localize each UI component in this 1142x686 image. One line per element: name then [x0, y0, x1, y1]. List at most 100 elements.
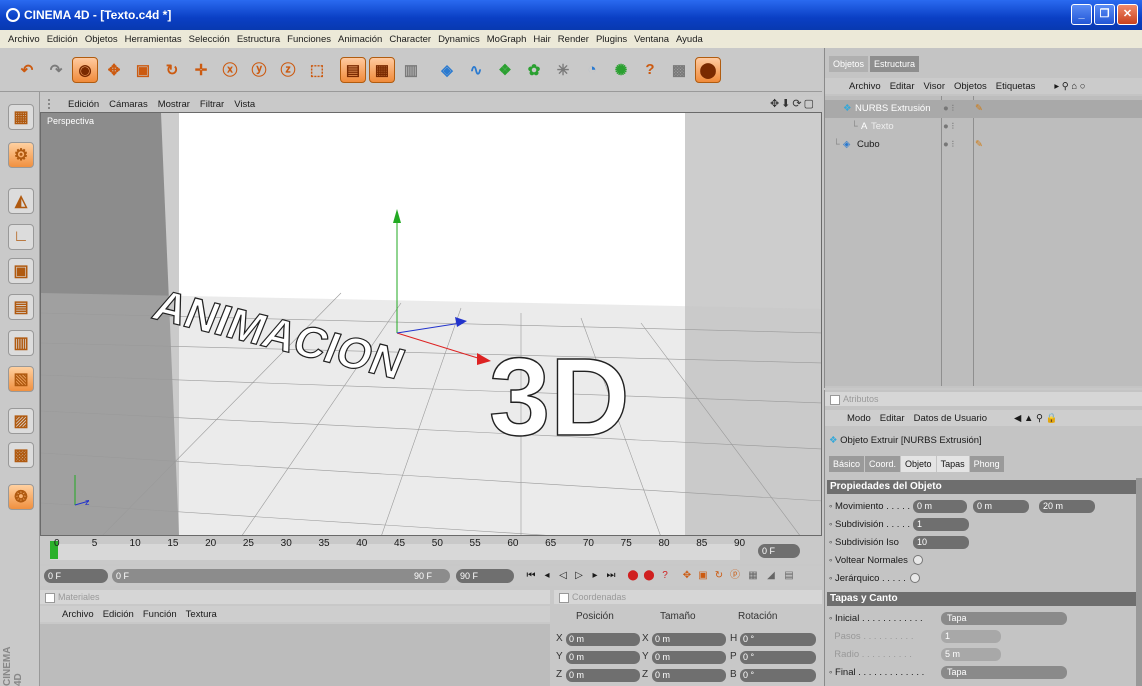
object-tool-icon[interactable]: ⚙: [8, 142, 34, 168]
movimiento-x-field[interactable]: 0 m: [913, 500, 967, 513]
tag-icon[interactable]: ✎: [975, 100, 983, 118]
obj-menu-archivo[interactable]: Archivo: [849, 81, 881, 92]
scale-icon[interactable]: ▣: [130, 57, 156, 83]
spline-icon[interactable]: ∿: [463, 57, 489, 83]
position-key-icon[interactable]: ✥: [680, 569, 694, 583]
visibility-dots-icon[interactable]: ● ⁝: [943, 100, 954, 118]
viewport-navigation-icons[interactable]: ✥⬇⟳▢: [770, 97, 816, 110]
jerarquico-row[interactable]: ◦ Jerárquico . . . . .: [829, 572, 921, 586]
pla-key-icon[interactable]: ▦: [746, 569, 760, 583]
obj-menu-etiquetas[interactable]: Etiquetas: [996, 81, 1036, 92]
tab-estructura[interactable]: Estructura: [870, 56, 920, 72]
go-to-start-icon[interactable]: ⏮: [524, 569, 538, 583]
menu-render[interactable]: Render: [558, 34, 589, 45]
move-icon[interactable]: ✥: [101, 57, 127, 83]
obj-menu-visor[interactable]: Visor: [924, 81, 945, 92]
object-axis-icon[interactable]: ✛: [188, 57, 214, 83]
rotation-h-field[interactable]: 0 °: [740, 633, 816, 646]
menu-ayuda[interactable]: Ayuda: [676, 34, 703, 45]
menu-archivo[interactable]: Archivo: [8, 34, 40, 45]
attr-tab-basico[interactable]: Básico: [829, 456, 865, 472]
render-view-icon[interactable]: ▤: [340, 56, 366, 83]
autokey-icon[interactable]: ⬤: [642, 569, 656, 583]
movimiento-z-field[interactable]: 20 m: [1039, 500, 1095, 513]
timeline-options-icon[interactable]: ▤: [782, 569, 796, 583]
tree-row-texto[interactable]: └ A Texto ● ⁝: [825, 118, 1142, 136]
animation-mode-icon[interactable]: ❂: [8, 484, 34, 510]
deformer-icon[interactable]: ✳: [550, 57, 576, 83]
menu-objetos[interactable]: Objetos: [85, 34, 118, 45]
vp-menu-mostrar[interactable]: Mostrar: [158, 99, 190, 110]
jerarquico-checkbox[interactable]: [910, 573, 921, 584]
scale-key-icon[interactable]: ▣: [696, 569, 710, 583]
attr-tab-coord[interactable]: Coord.: [865, 456, 901, 472]
keyframe-selection-icon[interactable]: ?: [658, 569, 672, 583]
redo-icon[interactable]: ↷: [43, 57, 69, 83]
y-axis-icon[interactable]: ⓨ: [246, 57, 272, 83]
play-forward-icon[interactable]: ▷: [572, 569, 586, 583]
camera-icon[interactable]: ✺: [608, 57, 634, 83]
undo-icon[interactable]: ↶: [14, 57, 40, 83]
menu-animacion[interactable]: Animación: [338, 34, 382, 45]
use-object-tool-icon[interactable]: ◭: [8, 188, 34, 214]
material-icon[interactable]: ▩: [666, 57, 692, 83]
attr-tab-phong[interactable]: Phong: [969, 456, 1004, 472]
final-dropdown[interactable]: Tapa: [941, 666, 1067, 679]
tree-row-nurbs-extrusion[interactable]: ❖ NURBS Extrusión ● ⁝ ✎: [825, 100, 1142, 118]
pasos-field[interactable]: 1: [941, 630, 1001, 643]
vp-menu-edicion[interactable]: Edición: [68, 99, 99, 110]
obj-menu-objetos[interactable]: Objetos: [954, 81, 987, 92]
menu-edicion[interactable]: Edición: [47, 34, 78, 45]
mat-menu-edicion[interactable]: Edición: [103, 609, 134, 620]
interpolation-icon[interactable]: ◢: [764, 569, 778, 583]
polygons-tool-icon[interactable]: ▥: [8, 330, 34, 356]
start-frame-field[interactable]: 0 F: [44, 569, 108, 583]
radio-field[interactable]: 5 m: [941, 648, 1001, 661]
rotate-icon[interactable]: ↻: [159, 57, 185, 83]
inicial-dropdown[interactable]: Tapa: [941, 612, 1067, 625]
movimiento-y-field[interactable]: 0 m: [973, 500, 1029, 513]
rotation-key-icon[interactable]: ↻: [712, 569, 726, 583]
attr-menu-modo[interactable]: Modo: [847, 413, 871, 424]
preview-range-slider[interactable]: 0 F 90 F: [112, 569, 450, 583]
vp-menu-filtrar[interactable]: Filtrar: [200, 99, 224, 110]
tab-objetos[interactable]: Objetos: [829, 56, 869, 72]
render-picture-viewer-icon[interactable]: ▦: [369, 56, 395, 83]
visibility-dots-icon[interactable]: ● ⁝: [943, 118, 954, 136]
menu-seleccion[interactable]: Selección: [189, 34, 230, 45]
tag-icon[interactable]: ✎: [975, 136, 983, 154]
next-key-icon[interactable]: ▸: [588, 569, 602, 583]
mat-menu-funcion[interactable]: Función: [143, 609, 177, 620]
nurbs-icon[interactable]: ❖: [492, 57, 518, 83]
vp-menu-camaras[interactable]: Cámaras: [109, 99, 148, 110]
live-selection-icon[interactable]: ◉: [72, 56, 98, 83]
rotation-b-field[interactable]: 0 °: [740, 669, 816, 682]
current-frame-field[interactable]: 0 F: [758, 544, 800, 558]
subdivision-field[interactable]: 1: [913, 518, 969, 531]
attr-tab-tapas[interactable]: Tapas: [936, 456, 969, 472]
attr-menu-editar[interactable]: Editar: [880, 413, 905, 424]
menu-ventana[interactable]: Ventana: [634, 34, 669, 45]
voltear-normales-checkbox[interactable]: [912, 555, 923, 566]
record-icon[interactable]: ⬤: [626, 569, 640, 583]
attr-nav-icons[interactable]: ◀ ▲ ⚲ 🔒: [1014, 413, 1057, 424]
materials-list[interactable]: [40, 624, 550, 686]
obj-manager-tools-icon[interactable]: ▸ ⚲ ⌂ ○: [1054, 81, 1085, 92]
attr-tab-objeto[interactable]: Objeto: [901, 456, 936, 472]
attr-menu-datos-usuario[interactable]: Datos de Usuario: [914, 413, 987, 424]
mat-menu-archivo[interactable]: Archivo: [62, 609, 94, 620]
coordinate-system-icon[interactable]: ⬚: [304, 57, 330, 83]
size-z-field[interactable]: 0 m: [652, 669, 726, 682]
position-z-field[interactable]: 0 m: [566, 669, 640, 682]
edges-tool-icon[interactable]: ▤: [8, 294, 34, 320]
menu-hair[interactable]: Hair: [533, 34, 550, 45]
menu-estructura[interactable]: Estructura: [237, 34, 280, 45]
vp-menu-vista[interactable]: Vista: [234, 99, 255, 110]
light-icon[interactable]: ?: [637, 57, 663, 83]
array-icon[interactable]: ✿: [521, 57, 547, 83]
tweak-icon[interactable]: ▩: [8, 442, 34, 468]
perspective-viewport[interactable]: ANIMACION 3D z Perspectiva: [40, 112, 822, 536]
use-axis-tool-icon[interactable]: ∟: [8, 224, 34, 250]
menu-herramientas[interactable]: Herramientas: [125, 34, 182, 45]
menu-dynamics[interactable]: Dynamics: [438, 34, 480, 45]
